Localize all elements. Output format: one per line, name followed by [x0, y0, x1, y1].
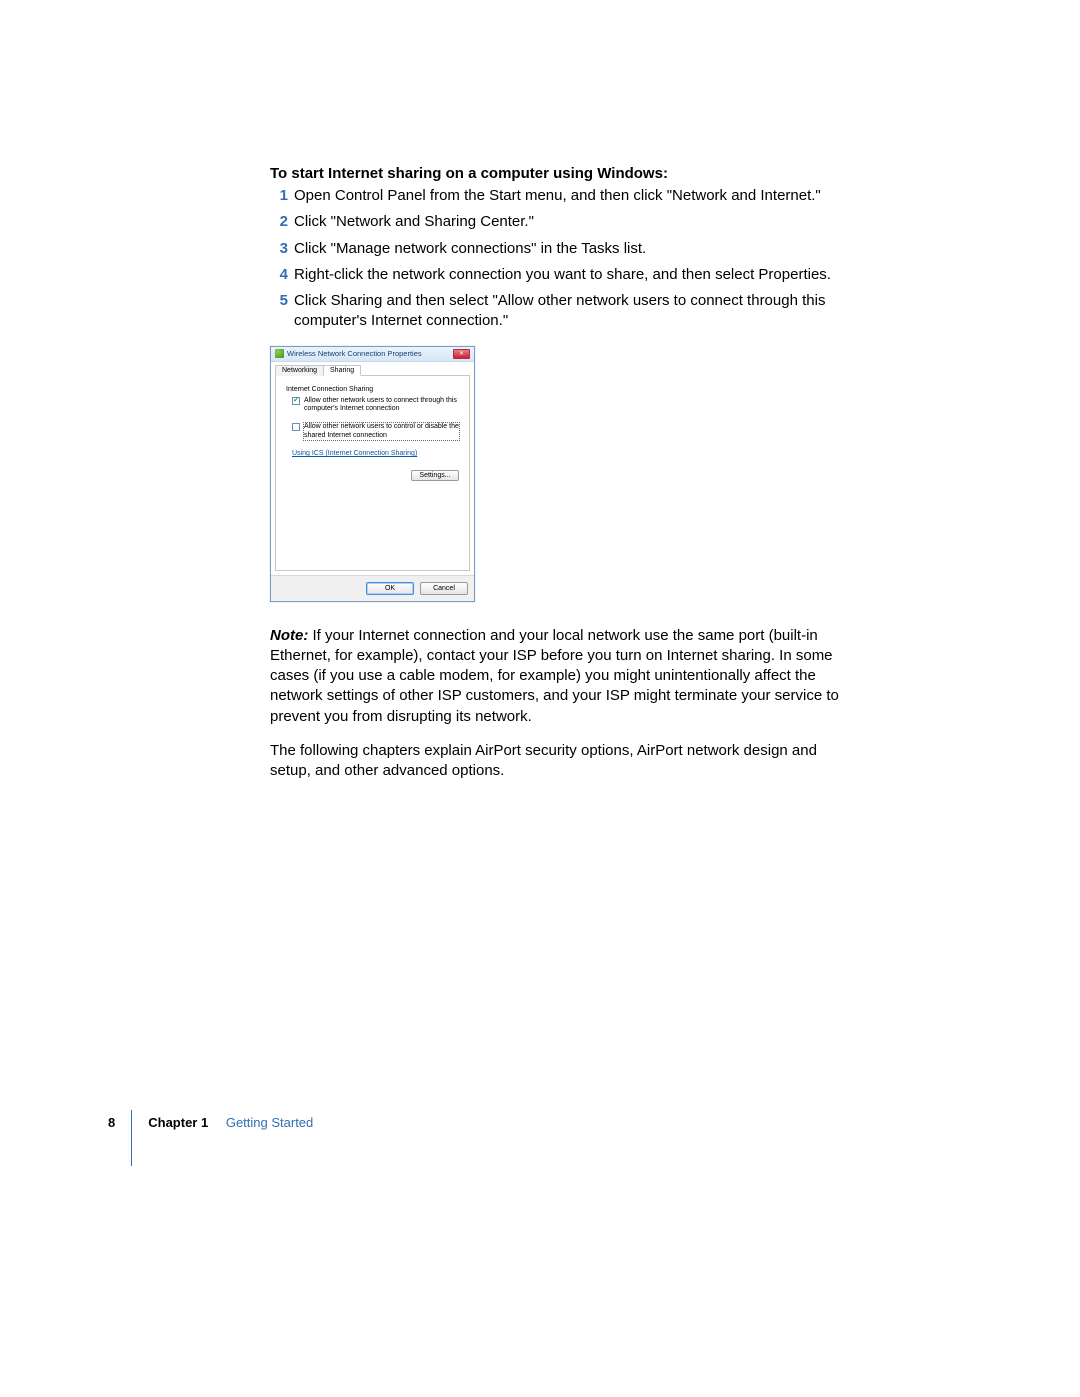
tab-networking[interactable]: Networking: [275, 365, 324, 376]
step-text: Click "Manage network connections" in th…: [294, 239, 850, 259]
note-paragraph: Note: If your Internet connection and yo…: [270, 626, 850, 727]
step-item: 2 Click "Network and Sharing Center.": [270, 212, 850, 232]
section-heading: To start Internet sharing on a computer …: [270, 165, 850, 182]
dialog-body: Networking Sharing Internet Connection S…: [271, 364, 474, 571]
page-content: To start Internet sharing on a computer …: [270, 165, 850, 795]
chapter-title: Getting Started: [226, 1115, 313, 1130]
checkbox-allow-connect[interactable]: Allow other network users to connect thr…: [286, 397, 459, 414]
step-text: Open Control Panel from the Start menu, …: [294, 186, 850, 206]
step-text: Right-click the network connection you w…: [294, 265, 850, 285]
page-footer: 8 Chapter 1 Getting Started: [108, 1094, 313, 1150]
checkbox-icon: [292, 423, 300, 431]
step-text: Click Sharing and then select "Allow oth…: [294, 291, 850, 332]
tab-sharing[interactable]: Sharing: [323, 365, 361, 376]
cancel-button[interactable]: Cancel: [420, 582, 468, 595]
system-icon: [275, 349, 284, 358]
checkbox-label: Allow other network users to connect thr…: [304, 397, 459, 414]
chapter-label: Chapter 1: [148, 1115, 208, 1130]
dialog-title: Wireless Network Connection Properties: [287, 349, 422, 358]
checkbox-allow-control[interactable]: Allow other network users to control or …: [286, 423, 459, 440]
group-title: Internet Connection Sharing: [286, 386, 459, 393]
windows-dialog: Wireless Network Connection Properties ✕…: [270, 346, 475, 602]
checkbox-icon: [292, 397, 300, 405]
step-item: 1 Open Control Panel from the Start menu…: [270, 186, 850, 206]
close-icon[interactable]: ✕: [453, 349, 470, 359]
step-number: 5: [270, 291, 288, 332]
step-item: 5 Click Sharing and then select "Allow o…: [270, 291, 850, 332]
closing-paragraph: The following chapters explain AirPort s…: [270, 741, 850, 782]
sharing-panel: Internet Connection Sharing Allow other …: [275, 376, 470, 571]
footer-divider: [131, 1110, 132, 1166]
settings-button[interactable]: Settings...: [411, 470, 459, 481]
step-item: 4 Right-click the network connection you…: [270, 265, 850, 285]
dialog-tabs: Networking Sharing: [275, 364, 470, 376]
page-number: 8: [108, 1115, 115, 1130]
note-label: Note:: [270, 627, 308, 644]
ok-button[interactable]: OK: [366, 582, 414, 595]
step-number: 3: [270, 239, 288, 259]
step-item: 3 Click "Manage network connections" in …: [270, 239, 850, 259]
ics-help-link[interactable]: Using ICS (Internet Connection Sharing): [286, 450, 417, 457]
embedded-screenshot: Wireless Network Connection Properties ✕…: [270, 346, 850, 602]
note-body: If your Internet connection and your loc…: [270, 627, 839, 725]
step-number: 4: [270, 265, 288, 285]
step-text: Click "Network and Sharing Center.": [294, 212, 850, 232]
checkbox-label: Allow other network users to control or …: [304, 423, 459, 440]
dialog-button-row: OK Cancel: [271, 575, 474, 601]
dialog-titlebar: Wireless Network Connection Properties ✕: [271, 347, 474, 362]
step-number: 2: [270, 212, 288, 232]
step-number: 1: [270, 186, 288, 206]
